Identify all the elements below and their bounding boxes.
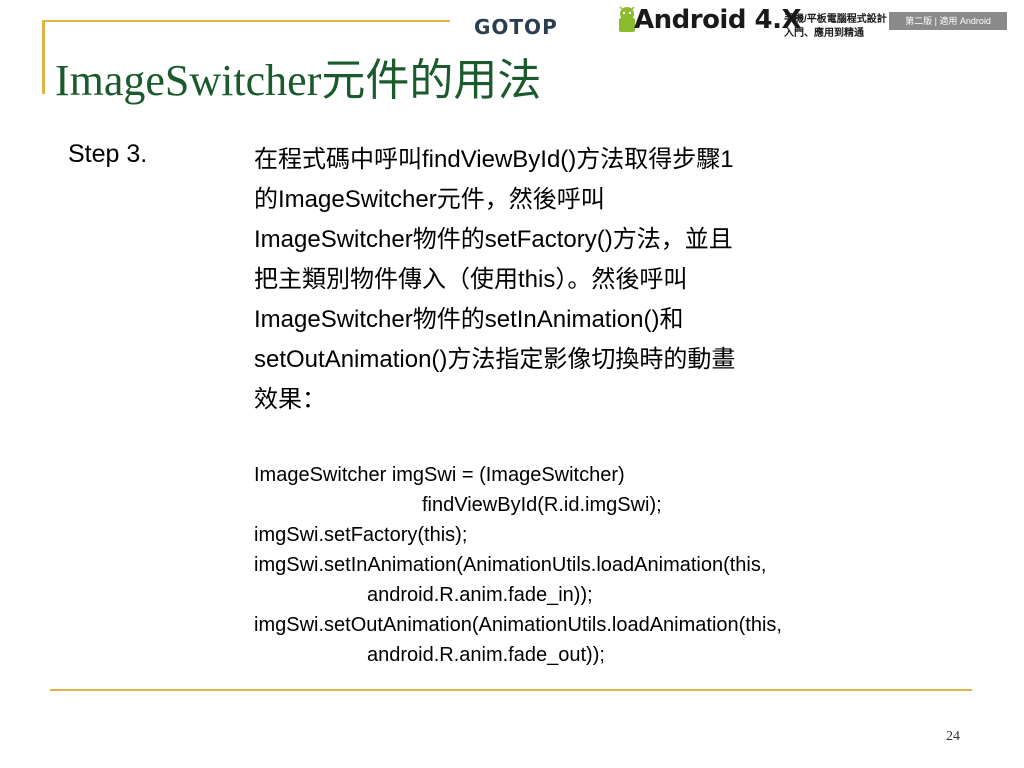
description-line: 效果： bbox=[254, 386, 326, 413]
code-line: imgSwi.setOutAnimation(AnimationUtils.lo… bbox=[254, 614, 782, 636]
code-line: findViewById(R.id.imgSwi); bbox=[422, 494, 662, 516]
book-title: Android 4.X bbox=[634, 5, 802, 35]
slide-title: ImageSwitcher元件的用法 bbox=[55, 56, 542, 105]
publisher-logo: GOTOP bbox=[452, 9, 582, 41]
edition-badge: 第二版 | 適用 Android 1.X~4.X bbox=[889, 12, 1007, 44]
bottom-divider-line bbox=[50, 689, 972, 691]
step-label: Step 3. bbox=[68, 140, 148, 168]
description-line: setOutAnimation()方法指定影像切換時的動畫 bbox=[254, 346, 736, 373]
page-number: 24 bbox=[946, 729, 960, 744]
step-description: 在程式碼中呼叫findViewById()方法取得步驟1 的ImageSwitc… bbox=[254, 140, 954, 420]
top-divider-line bbox=[42, 20, 450, 22]
code-line: android.R.anim.fade_in)); bbox=[367, 584, 593, 606]
code-line: imgSwi.setInAnimation(AnimationUtils.loa… bbox=[254, 554, 767, 576]
description-line: 把主類別物件傳入（使用this）。然後呼叫 bbox=[254, 266, 688, 293]
code-line: ImageSwitcher imgSwi = (ImageSwitcher) bbox=[254, 464, 625, 486]
code-line: imgSwi.setFactory(this); bbox=[254, 524, 468, 546]
left-accent-line bbox=[42, 20, 45, 94]
book-subtitle-line1: 手機/平板電腦程式設計 bbox=[784, 14, 887, 25]
description-line: ImageSwitcher物件的setInAnimation()和 bbox=[254, 306, 684, 333]
code-sample: ImageSwitcher imgSwi = (ImageSwitcher) f… bbox=[254, 460, 782, 670]
description-line: ImageSwitcher物件的setFactory()方法，並且 bbox=[254, 226, 733, 253]
description-line: 在程式碼中呼叫findViewById()方法取得步驟1 bbox=[254, 146, 734, 173]
publisher-name: GOTOP bbox=[474, 15, 558, 39]
book-subtitle-line2: 入門、應用到精通 bbox=[784, 28, 864, 39]
code-line: android.R.anim.fade_out)); bbox=[367, 644, 605, 666]
description-line: 的ImageSwitcher元件，然後呼叫 bbox=[254, 186, 605, 213]
